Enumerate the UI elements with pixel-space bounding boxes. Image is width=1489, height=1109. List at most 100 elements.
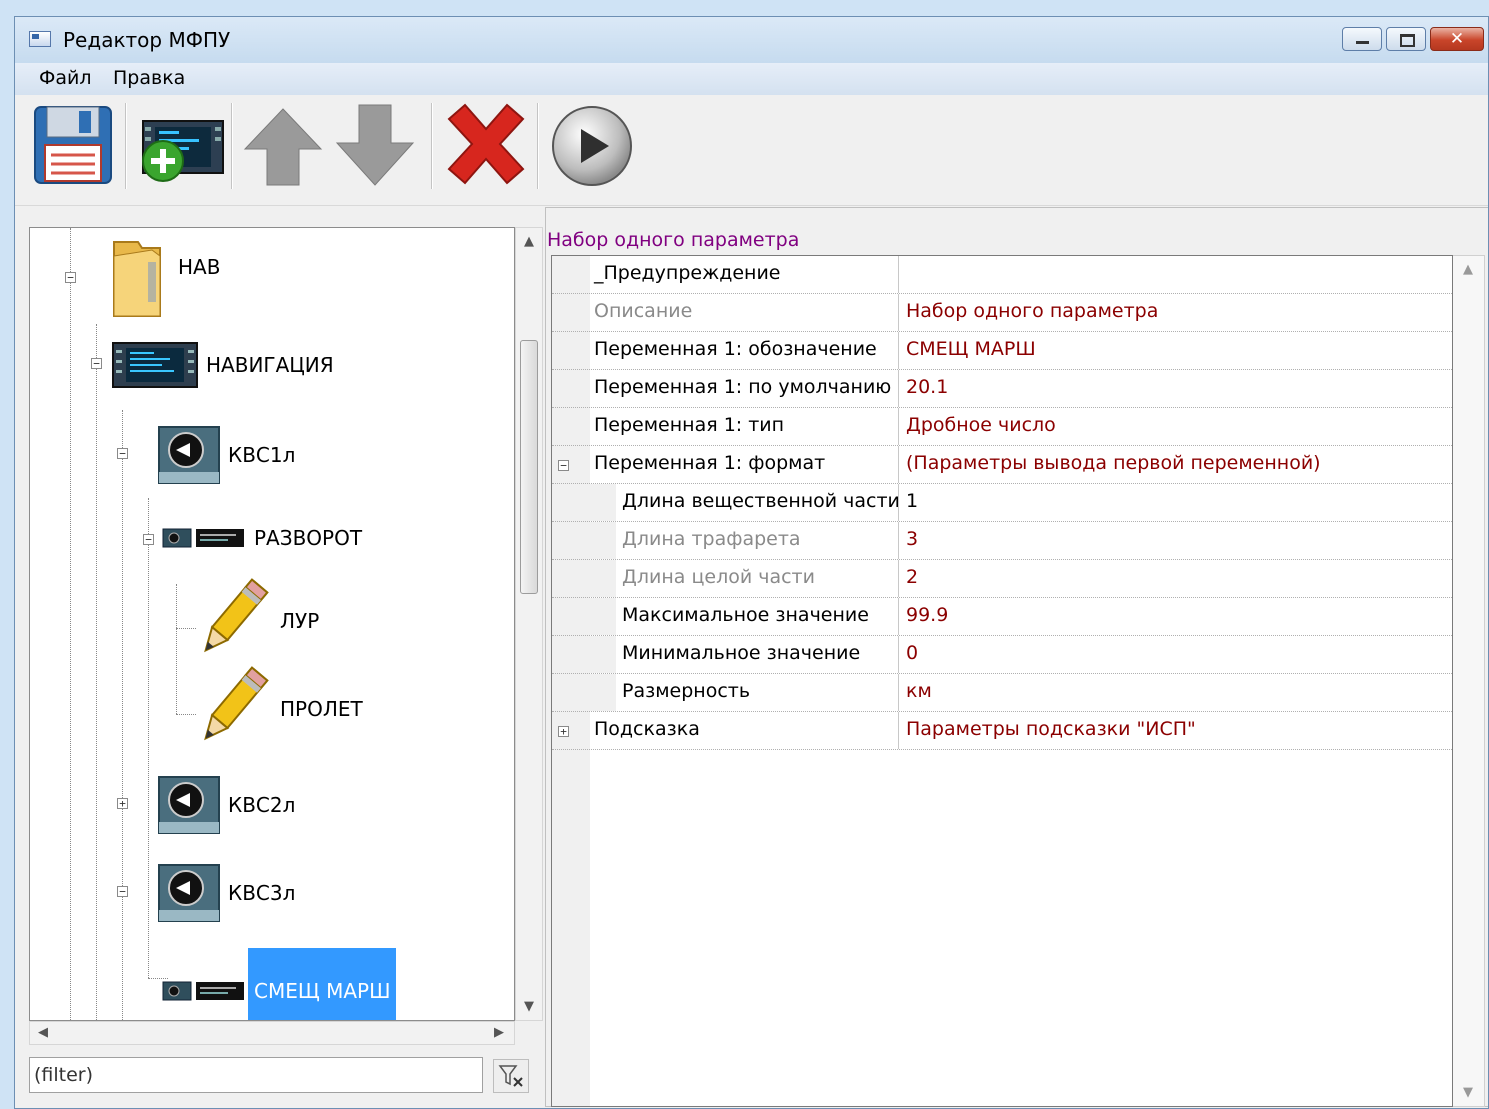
tree-node-kvs3l[interactable]: КВС3л bbox=[158, 864, 295, 922]
property-value[interactable]: 20.1 bbox=[906, 376, 948, 398]
property-value[interactable]: (Параметры вывода первой переменной) bbox=[906, 452, 1321, 474]
property-grid[interactable]: _Предупреждение Описание Набор одного па… bbox=[551, 255, 1453, 1107]
move-down-button[interactable] bbox=[333, 101, 417, 187]
property-row[interactable]: Переменная 1: по умолчанию 20.1 bbox=[552, 370, 1452, 408]
expand-hint-button[interactable]: + bbox=[558, 726, 569, 737]
tree-node-nav[interactable]: НАВ bbox=[108, 236, 220, 320]
expander-navigatsiya[interactable]: − bbox=[91, 358, 102, 369]
scroll-left-icon[interactable]: ◀ bbox=[38, 1025, 48, 1040]
scroll-down-icon[interactable]: ▼ bbox=[1463, 1085, 1473, 1100]
expander-kvs2l[interactable]: + bbox=[117, 798, 128, 809]
close-icon: ✕ bbox=[1449, 29, 1465, 49]
property-name: Длина трафарета bbox=[622, 528, 801, 550]
property-caption: Набор одного параметра bbox=[547, 229, 800, 251]
arrow-down-icon bbox=[335, 104, 415, 186]
knob-icon bbox=[158, 426, 220, 484]
clear-filter-button[interactable] bbox=[493, 1059, 529, 1093]
play-icon bbox=[552, 106, 632, 186]
expander-kvs3l[interactable]: − bbox=[117, 886, 128, 897]
pencil-icon bbox=[204, 578, 269, 653]
expander-kvs1l[interactable]: − bbox=[117, 448, 128, 459]
clear-filter-icon bbox=[498, 1065, 523, 1087]
tree-node-razvorot[interactable]: РАЗВОРОТ bbox=[162, 526, 362, 550]
property-row[interactable]: Переменная 1: тип Дробное число bbox=[552, 408, 1452, 446]
expander-nav[interactable]: − bbox=[65, 272, 76, 283]
delete-button[interactable] bbox=[443, 101, 527, 187]
property-name: Размерность bbox=[622, 680, 751, 702]
tree-node-label: НАВ bbox=[178, 255, 221, 279]
property-grid-scrollbar[interactable]: ▲ ▼ bbox=[1453, 255, 1485, 1107]
property-value[interactable]: Дробное число bbox=[906, 414, 1056, 436]
menu-file[interactable]: Файл bbox=[39, 67, 92, 89]
property-name: Переменная 1: обозначение bbox=[594, 338, 877, 360]
scroll-up-icon[interactable]: ▲ bbox=[1463, 262, 1473, 277]
scroll-thumb[interactable] bbox=[520, 340, 538, 594]
property-row[interactable]: _Предупреждение bbox=[552, 256, 1452, 294]
knob-icon bbox=[158, 776, 220, 834]
minimize-button[interactable] bbox=[1342, 27, 1382, 51]
property-value[interactable]: 99.9 bbox=[906, 604, 948, 626]
property-name: Переменная 1: формат bbox=[594, 452, 826, 474]
property-value[interactable]: 3 bbox=[906, 528, 918, 550]
main-window: Редактор МФПУ ✕ Файл Правка − НАВ − НАВИ… bbox=[14, 16, 1489, 1109]
property-name: Длина целой части bbox=[622, 566, 815, 588]
property-row[interactable]: Минимальное значение 0 bbox=[552, 636, 1452, 674]
tree-node-navigatsiya[interactable]: НАВИГАЦИЯ bbox=[112, 342, 334, 388]
toolbar bbox=[15, 95, 1488, 206]
property-row[interactable]: − Переменная 1: формат (Параметры вывода… bbox=[552, 446, 1452, 484]
tree-node-prolet[interactable]: ПРОЛЕТ bbox=[190, 664, 363, 750]
property-row[interactable]: Переменная 1: обозначение СМЕЩ МАРШ bbox=[552, 332, 1452, 370]
scroll-right-icon[interactable]: ▶ bbox=[494, 1025, 504, 1040]
property-value[interactable]: СМЕЩ МАРШ bbox=[906, 338, 1036, 360]
property-value[interactable]: Набор одного параметра bbox=[906, 300, 1158, 322]
save-icon bbox=[34, 106, 112, 184]
tree-node-label: НАВИГАЦИЯ bbox=[206, 353, 334, 377]
property-value[interactable]: Параметры подсказки "ИСП" bbox=[906, 718, 1196, 740]
expander-razvorot[interactable]: − bbox=[143, 534, 154, 545]
maximize-button[interactable] bbox=[1386, 27, 1426, 51]
panel-icon bbox=[112, 342, 198, 388]
menu-edit[interactable]: Правка bbox=[113, 67, 185, 89]
property-row[interactable]: Длина трафарета 3 bbox=[552, 522, 1452, 560]
property-row[interactable]: Длина вещественной части 1 bbox=[552, 484, 1452, 522]
tree-node-label: СМЕЩ МАРШ bbox=[248, 948, 397, 1020]
save-button[interactable] bbox=[31, 101, 115, 187]
tree-node-label: ЛУР bbox=[280, 609, 320, 633]
add-panel-button[interactable] bbox=[133, 101, 224, 187]
property-row[interactable]: Описание Набор одного параметра bbox=[552, 294, 1452, 332]
property-row[interactable]: Длина целой части 2 bbox=[552, 560, 1452, 598]
arrow-up-icon bbox=[243, 108, 323, 186]
move-up-button[interactable] bbox=[241, 101, 325, 187]
property-value[interactable]: 1 bbox=[906, 490, 918, 512]
property-name: Подсказка bbox=[594, 718, 700, 740]
tree-node-lur[interactable]: ЛУР bbox=[190, 576, 319, 662]
property-value[interactable]: 0 bbox=[906, 642, 918, 664]
property-value[interactable]: км bbox=[906, 680, 932, 702]
run-button[interactable] bbox=[549, 101, 633, 187]
property-row[interactable]: Размерность км bbox=[552, 674, 1452, 712]
app-icon bbox=[29, 31, 51, 47]
property-row[interactable]: + Подсказка Параметры подсказки "ИСП" bbox=[552, 712, 1452, 750]
scroll-down-icon[interactable]: ▼ bbox=[524, 999, 534, 1014]
tree-horizontal-scrollbar[interactable]: ◀ ▶ bbox=[29, 1021, 515, 1045]
tree-node-kvs1l[interactable]: КВС1л bbox=[158, 426, 295, 484]
tree-node-smesch-marsh[interactable]: СМЕЩ МАРШ bbox=[162, 948, 397, 1020]
property-name: Минимальное значение bbox=[622, 642, 861, 664]
device-icon bbox=[162, 528, 244, 548]
title-bar[interactable]: Редактор МФПУ ✕ bbox=[15, 17, 1488, 63]
property-row[interactable]: Максимальное значение 99.9 bbox=[552, 598, 1452, 636]
tree-node-label: РАЗВОРОТ bbox=[254, 526, 363, 550]
close-button[interactable]: ✕ bbox=[1430, 27, 1484, 51]
tree-view[interactable]: − НАВ − НАВИГАЦИЯ − КВС1л − РАЗВОРОТ ЛУР… bbox=[29, 227, 515, 1021]
tree-node-label: ПРОЛЕТ bbox=[280, 697, 363, 721]
device-icon bbox=[162, 981, 244, 1001]
property-value[interactable]: 2 bbox=[906, 566, 918, 588]
tree-vertical-scrollbar[interactable]: ▲ ▼ bbox=[515, 227, 543, 1021]
property-name: Длина вещественной части bbox=[622, 490, 900, 512]
property-name: Переменная 1: по умолчанию bbox=[594, 376, 892, 398]
collapse-format-button[interactable]: − bbox=[558, 460, 569, 471]
tree-node-kvs2l[interactable]: КВС2л bbox=[158, 776, 295, 834]
tree-node-label: КВС1л bbox=[228, 443, 296, 467]
filter-input[interactable] bbox=[29, 1057, 483, 1093]
scroll-up-icon[interactable]: ▲ bbox=[524, 234, 534, 249]
